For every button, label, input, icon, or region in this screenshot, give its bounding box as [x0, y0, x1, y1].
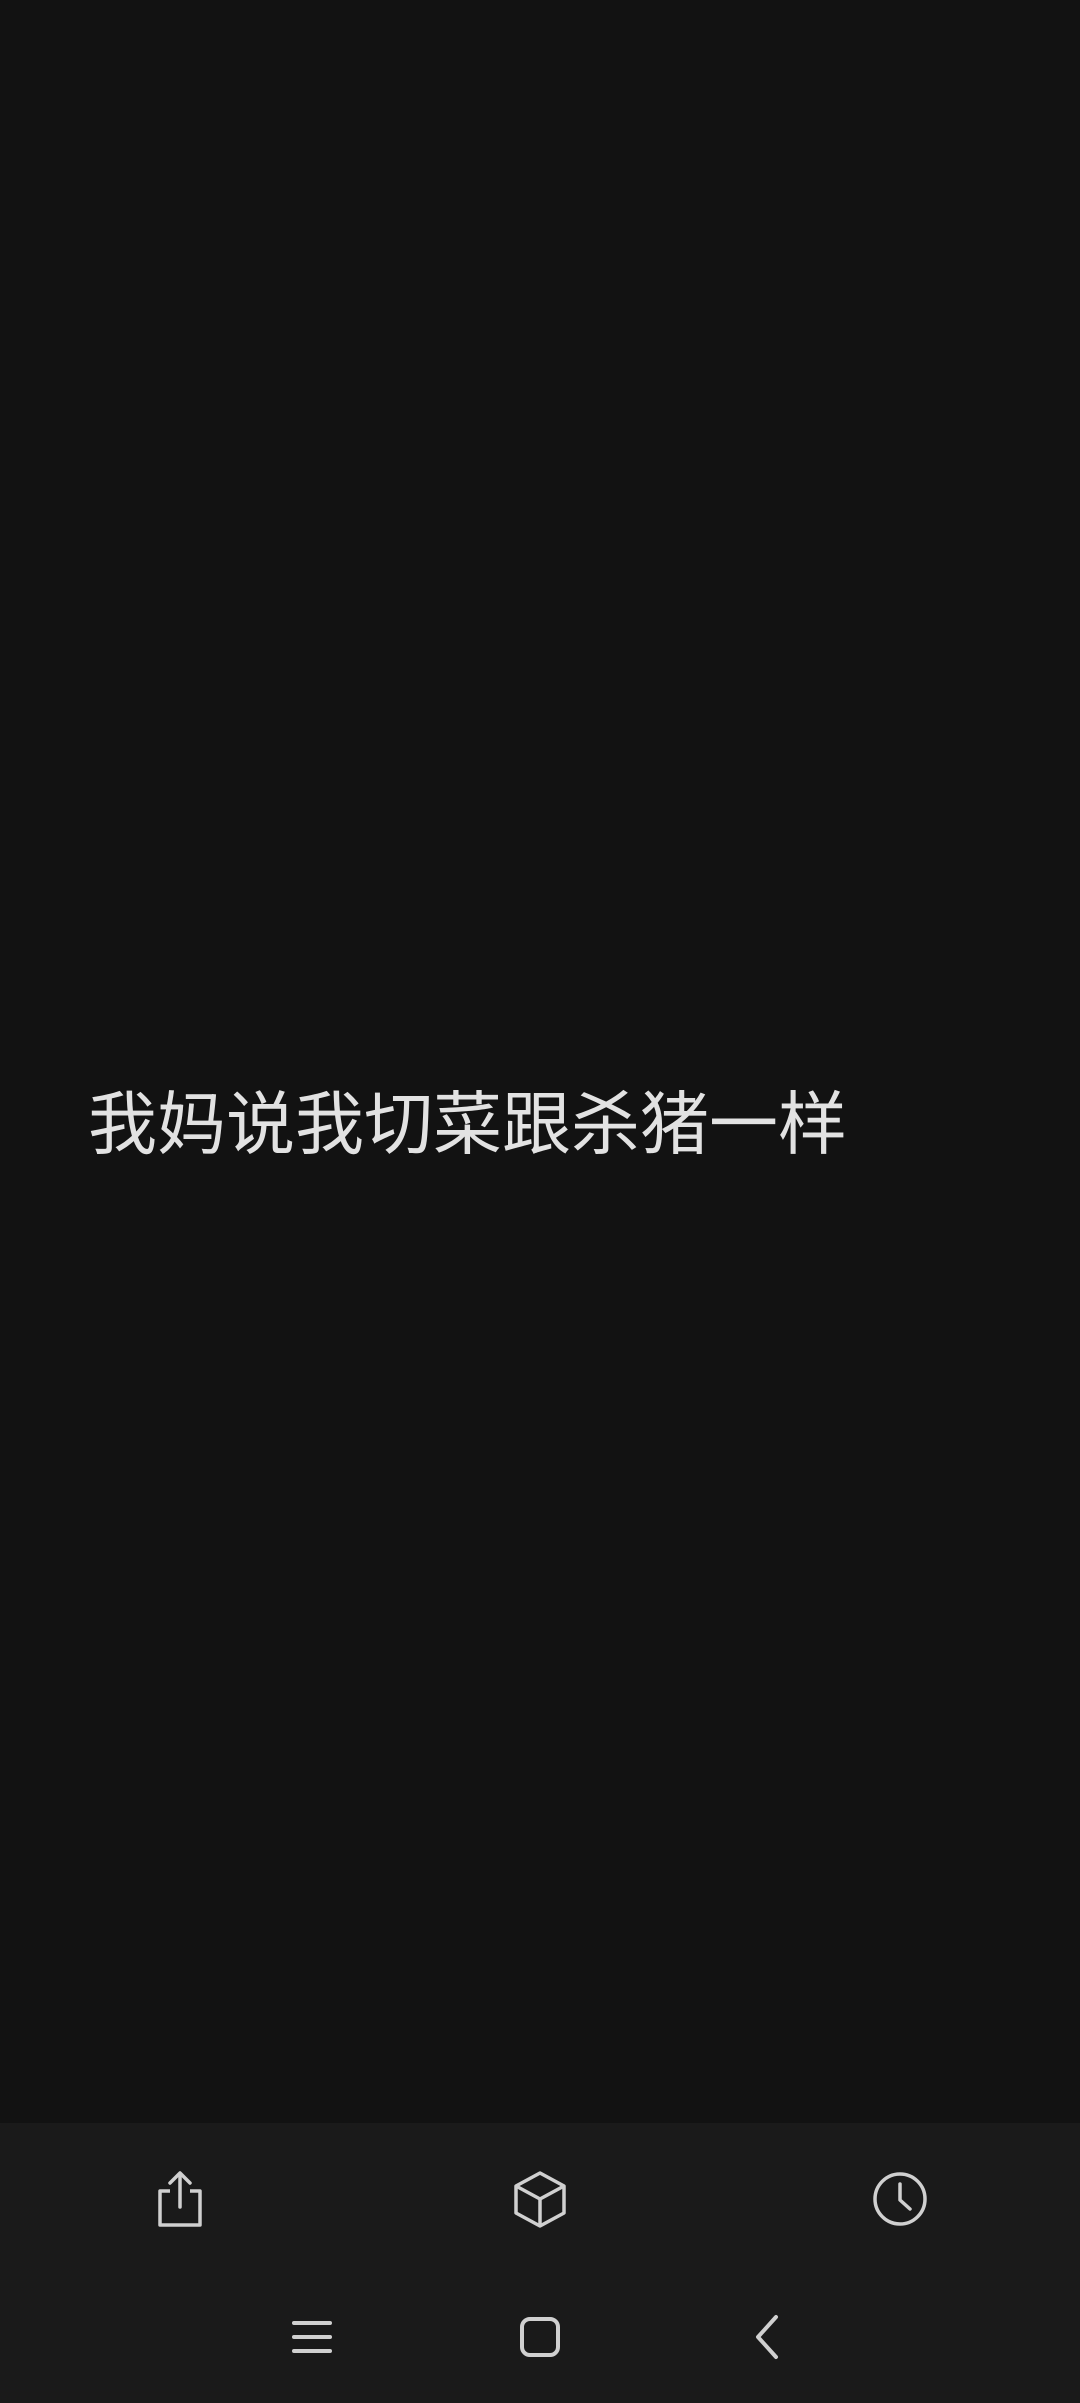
recent-apps-button[interactable]	[262, 2289, 362, 2389]
screen: 我妈说我切菜跟杀猪一样	[0, 0, 1080, 2403]
share-icon	[152, 2169, 208, 2229]
recent-apps-icon	[290, 2317, 334, 2361]
bottom-toolbar	[0, 2123, 1080, 2275]
back-button[interactable]	[718, 2289, 818, 2389]
home-button[interactable]	[490, 2289, 590, 2389]
3d-box-button[interactable]	[490, 2149, 590, 2249]
note-text: 我妈说我切菜跟杀猪一样	[88, 1085, 847, 1165]
note-content-area[interactable]: 我妈说我切菜跟杀猪一样	[0, 0, 1080, 2123]
history-button[interactable]	[850, 2149, 950, 2249]
clock-icon	[870, 2169, 930, 2229]
share-button[interactable]	[130, 2149, 230, 2249]
back-icon	[752, 2313, 784, 2365]
cube-icon	[511, 2169, 569, 2229]
home-icon	[518, 2315, 562, 2363]
system-navigation-bar	[0, 2275, 1080, 2403]
